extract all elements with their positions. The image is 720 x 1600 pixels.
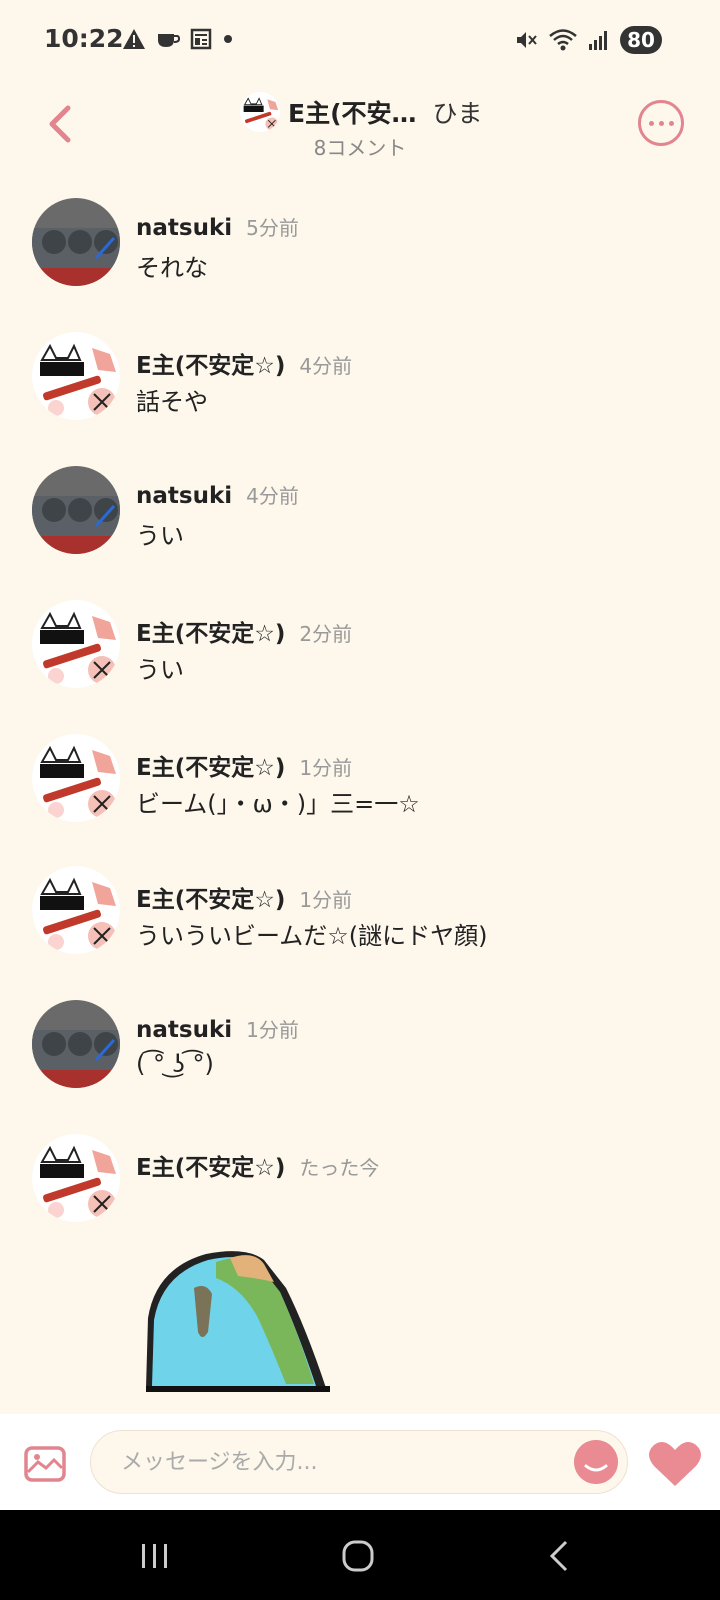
e-user-avatar[interactable] bbox=[32, 1134, 120, 1222]
message-text: ( ͡° ͜ʖ ͡°) bbox=[136, 1050, 214, 1078]
message-username: natsuki 1分前 bbox=[136, 1017, 299, 1043]
message-username: E主(不安定☆) たった今 bbox=[136, 1155, 380, 1181]
message-text: 話そや bbox=[136, 388, 208, 416]
message-input[interactable] bbox=[90, 1430, 628, 1494]
message-timestamp: 5分前 bbox=[246, 216, 299, 240]
message-timestamp: 4分前 bbox=[246, 484, 299, 508]
more-dot-icon bbox=[658, 120, 664, 126]
back-nav-icon[interactable] bbox=[544, 1534, 574, 1574]
recent-apps-icon[interactable] bbox=[138, 1534, 172, 1574]
heart-icon[interactable] bbox=[648, 1440, 702, 1488]
coffee-icon bbox=[158, 34, 180, 47]
emoji-icon[interactable] bbox=[574, 1440, 618, 1484]
message-text: ビーム(」・ω・)」三=一☆ bbox=[136, 790, 420, 818]
e-user-avatar[interactable] bbox=[32, 332, 120, 420]
message-text: うい bbox=[136, 522, 184, 550]
header-avatar bbox=[240, 92, 280, 132]
warning-icon bbox=[123, 29, 145, 49]
message-timestamp: たった今 bbox=[299, 1156, 380, 1180]
message-username: natsuki 4分前 bbox=[136, 483, 299, 509]
message-username: natsuki 5分前 bbox=[136, 215, 299, 241]
natsuki-avatar[interactable] bbox=[32, 198, 120, 286]
image-attach-icon[interactable] bbox=[24, 1446, 66, 1482]
more-dot-icon bbox=[648, 120, 654, 126]
header-title-row[interactable]: E主(不安… ひま bbox=[240, 92, 483, 132]
system-nav-bar bbox=[0, 1510, 720, 1600]
message-username: E主(不安定☆) 1分前 bbox=[136, 887, 353, 913]
status-bar: 10:22 80 bbox=[0, 0, 720, 84]
message-timestamp: 1分前 bbox=[299, 888, 353, 912]
mute-icon bbox=[517, 32, 537, 48]
status-time: 10:22 bbox=[44, 24, 124, 53]
message-input-bar bbox=[0, 1414, 720, 1510]
message-timestamp: 1分前 bbox=[299, 756, 353, 780]
message-username: E主(不安定☆) 4分前 bbox=[136, 353, 353, 379]
message-timestamp: 4分前 bbox=[299, 354, 353, 378]
natsuki-avatar[interactable] bbox=[32, 1000, 120, 1088]
e-user-avatar[interactable] bbox=[32, 600, 120, 688]
wifi-icon bbox=[549, 29, 577, 51]
message-text: ういういビームだ☆(謎にドヤ顔) bbox=[136, 922, 488, 950]
message-username: E主(不安定☆) 2分前 bbox=[136, 621, 353, 647]
header-user-name: E主(不安… bbox=[288, 99, 417, 128]
more-dot-icon bbox=[668, 120, 674, 126]
comment-count: 8コメント bbox=[313, 136, 407, 160]
e-user-avatar[interactable] bbox=[32, 734, 120, 822]
dot-icon bbox=[224, 35, 232, 43]
parrot-sticker-image[interactable] bbox=[146, 1248, 330, 1392]
e-user-avatar[interactable] bbox=[32, 866, 120, 954]
message-timestamp: 2分前 bbox=[299, 622, 353, 646]
message-text: それな bbox=[136, 254, 208, 282]
more-options-button[interactable] bbox=[638, 100, 684, 146]
natsuki-avatar[interactable] bbox=[32, 466, 120, 554]
home-icon[interactable] bbox=[338, 1534, 378, 1574]
news-icon bbox=[190, 28, 212, 50]
signal-icon bbox=[589, 31, 607, 50]
chat-header: E主(不安… ひま 8コメント bbox=[0, 84, 720, 170]
message-username: E主(不安定☆) 1分前 bbox=[136, 755, 353, 781]
message-timestamp: 1分前 bbox=[246, 1018, 299, 1042]
header-topic: ひま bbox=[432, 99, 483, 128]
message-text: うい bbox=[136, 656, 184, 684]
battery-icon: 80 bbox=[620, 26, 662, 54]
